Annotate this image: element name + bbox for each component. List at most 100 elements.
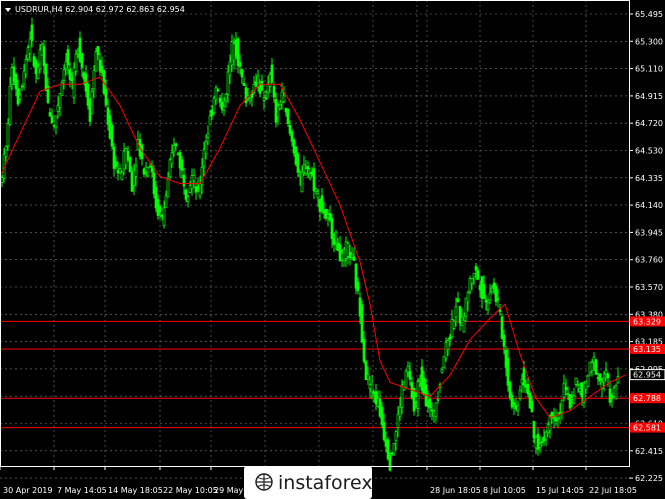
candle-body	[456, 298, 460, 303]
current-price-label: 62.954	[633, 371, 661, 380]
candle-body	[448, 336, 452, 340]
candle-body	[526, 383, 530, 395]
candle-body	[462, 320, 466, 333]
candle-body	[286, 108, 290, 124]
candle-body	[174, 143, 178, 147]
candle-body	[164, 195, 168, 208]
candle-body	[50, 115, 54, 123]
level-tag-label: 62.581	[633, 424, 661, 433]
candle-body	[356, 281, 360, 292]
candle-body	[260, 81, 264, 91]
candle-body	[62, 69, 66, 81]
x-tick-label: 8 Jul 10:05	[483, 486, 526, 495]
candle-body	[436, 399, 440, 401]
candle-body	[572, 395, 576, 404]
x-tick-label: 7 May 14:05	[57, 486, 107, 495]
chart-canvas: 65.495 65.300 65.110 64.915 64.720 64.530 64.3…	[0, 0, 665, 499]
candle-body	[312, 168, 316, 192]
candle-body	[238, 61, 242, 67]
candle-body	[30, 24, 34, 42]
candles	[0, 17, 620, 472]
dropdown-triangle-icon[interactable]	[5, 8, 11, 12]
candle-body	[192, 174, 196, 182]
y-tick-label: 64.530	[635, 147, 663, 156]
candle-body	[204, 141, 208, 155]
candle-body	[66, 49, 70, 66]
candle-body	[502, 334, 506, 347]
x-tick-label: 29 May	[214, 486, 244, 495]
candle-body	[512, 402, 516, 406]
candle-body	[398, 406, 402, 417]
candle-body	[576, 383, 580, 386]
candle-body	[208, 115, 212, 125]
y-tick-label: 63.760	[635, 256, 663, 265]
candle-body	[382, 422, 386, 440]
x-tick-label: 15 Jul 14:05	[536, 486, 584, 495]
candle-body	[186, 196, 190, 203]
x-tick-label: 28 Jun 18:05	[430, 486, 481, 495]
instaforex-logo-icon	[255, 473, 273, 491]
candle-body	[594, 359, 598, 375]
candle-body	[428, 398, 432, 409]
candle-body	[110, 125, 114, 147]
candle-body	[380, 406, 384, 425]
candle-body	[586, 375, 590, 388]
candle-body	[270, 64, 274, 83]
candle-body	[484, 299, 488, 303]
candle-body	[404, 370, 408, 388]
candle-body	[408, 371, 412, 380]
candle-body	[20, 85, 24, 88]
candle-body	[104, 88, 108, 105]
candle-body	[96, 46, 100, 55]
watermark-text: instaforex	[278, 472, 373, 494]
candle-body	[6, 123, 10, 147]
candle-body	[530, 401, 534, 413]
candle-body	[560, 399, 564, 414]
candle-body	[388, 455, 392, 471]
candle-body	[8, 86, 12, 126]
candle-body	[306, 166, 310, 170]
y-tick-label: 62.415	[635, 447, 663, 456]
candle-body	[598, 373, 602, 382]
price-axis: 65.495 65.300 65.110 64.915 64.720 64.530 64.3…	[629, 10, 663, 483]
candle-body	[532, 421, 536, 439]
candle-body	[296, 153, 300, 173]
candle-body	[90, 90, 94, 115]
candle-body	[120, 172, 124, 181]
candle-body	[482, 284, 486, 300]
level-tag-label: 63.135	[633, 345, 661, 354]
candle-body	[242, 83, 246, 86]
candle-body	[74, 53, 78, 72]
candle-body	[134, 165, 138, 177]
candle-body	[454, 306, 458, 318]
y-tick-label: 62.225	[635, 474, 663, 483]
candle-body	[170, 152, 174, 165]
candle-body	[362, 338, 366, 362]
candle-body	[392, 442, 396, 455]
candle-body	[334, 231, 338, 242]
candle-body	[54, 115, 58, 128]
candle-body	[564, 386, 568, 391]
x-tick-label: 30 Apr 2019	[3, 486, 52, 495]
candle-body	[554, 418, 558, 422]
candle-body	[366, 374, 370, 380]
candle-body	[226, 71, 230, 95]
candle-body	[506, 357, 510, 386]
candle-body	[488, 292, 492, 301]
candle-body	[146, 167, 150, 177]
x-tick-label: 14 May 18:05	[108, 486, 163, 495]
candle-body	[290, 131, 294, 142]
level-tags: 63.329 63.135 62.788 62.581 62.954	[629, 316, 665, 433]
candle-body	[394, 431, 398, 442]
candle-body	[616, 376, 620, 384]
candle-body	[272, 86, 276, 98]
candle-body	[522, 367, 526, 386]
candle-body	[206, 132, 210, 138]
moving-average-line	[0, 76, 626, 419]
candle-body	[222, 105, 226, 111]
candle-body	[590, 362, 594, 372]
x-tick-label: 22 May 10:05	[163, 486, 218, 495]
candle-body	[352, 256, 356, 261]
candle-body	[236, 38, 240, 66]
candle-body	[28, 38, 32, 54]
